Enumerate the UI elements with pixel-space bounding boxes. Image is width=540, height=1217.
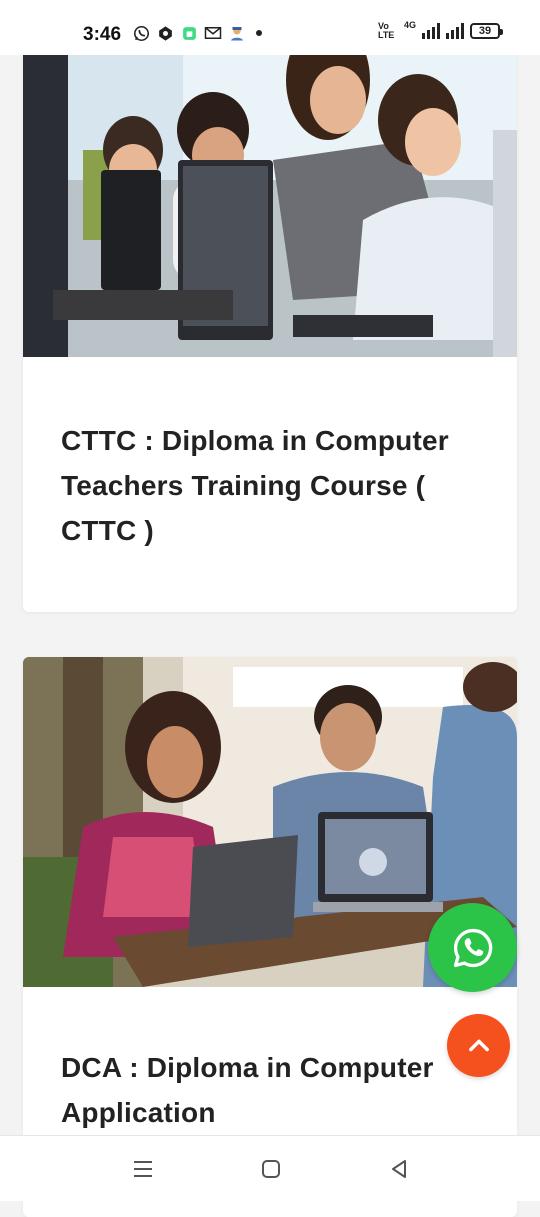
app-status-icon: [156, 24, 174, 42]
avatar-status-icon: [228, 24, 246, 42]
back-button[interactable]: [384, 1154, 414, 1184]
home-button[interactable]: [256, 1154, 286, 1184]
home-icon: [262, 1160, 280, 1178]
system-indicators: Vo LTE 4G 39: [377, 20, 503, 40]
status-bar: 3:46 Vo LTE 4G 39: [0, 0, 540, 55]
whatsapp-chat-button[interactable]: [428, 903, 517, 992]
network-type: 4G: [403, 20, 416, 30]
volte-indicator: Vo LTE: [377, 21, 395, 40]
system-nav-bar: [0, 1135, 540, 1201]
battery-icon: 39: [470, 23, 503, 39]
whatsapp-status-icon: [132, 24, 150, 42]
status-time: 3:46: [83, 24, 122, 45]
android-status-icon: [180, 24, 198, 42]
signal-icon: [422, 23, 440, 39]
notification-icons: [132, 24, 262, 42]
course-image-cttc[interactable]: [23, 30, 517, 357]
course-title-cttc[interactable]: CTTC : Diploma in Computer Teachers Trai…: [61, 418, 477, 553]
gmail-status-icon: [204, 24, 222, 42]
whatsapp-icon: [453, 928, 492, 967]
menu-icon: [134, 1161, 152, 1177]
signal2-icon: [446, 23, 464, 39]
notification-dot: [256, 30, 262, 36]
chevron-up-icon: [468, 1039, 489, 1051]
back-icon: [392, 1160, 406, 1178]
recent-apps-button[interactable]: [128, 1154, 158, 1184]
course-title-dca[interactable]: DCA : Diploma in Computer Application: [61, 1045, 477, 1135]
scroll-top-button[interactable]: [447, 1014, 510, 1077]
course-card-cttc[interactable]: CTTC : Diploma in Computer Teachers Trai…: [23, 30, 517, 612]
